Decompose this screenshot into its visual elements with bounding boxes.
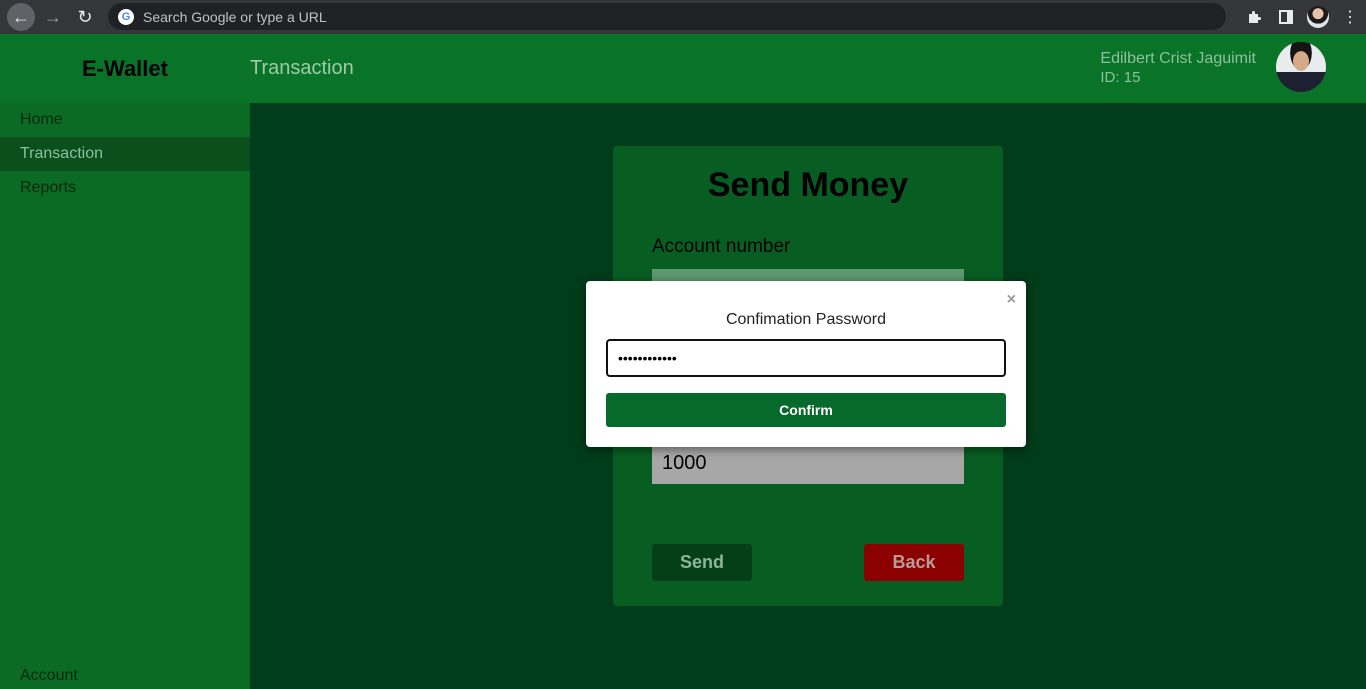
user-info: Edilbert Crist Jaguimit ID: 15	[1100, 50, 1256, 86]
sidebar-item-reports[interactable]: Reports	[0, 171, 250, 205]
back-button[interactable]: Back	[864, 544, 964, 581]
user-id: ID: 15	[1100, 69, 1141, 86]
back-arrow-icon[interactable]: ←	[7, 3, 35, 31]
app-header: E-Wallet Transaction Edilbert Crist Jagu…	[0, 34, 1366, 103]
extensions-puzzle-icon[interactable]	[1238, 1, 1270, 33]
confirmation-modal: × Confimation Password Confirm	[586, 281, 1026, 447]
reload-icon[interactable]: ↻	[71, 3, 99, 31]
page-title: Transaction	[250, 57, 354, 79]
card-title: Send Money	[707, 166, 909, 204]
account-number-label: Account number	[652, 236, 791, 257]
sidebar-item-account[interactable]: Account	[20, 667, 78, 685]
sidebar-item-transaction[interactable]: Transaction	[0, 137, 250, 171]
more-vert-icon[interactable]: ⋮	[1334, 1, 1366, 33]
send-button[interactable]: Send	[652, 544, 752, 581]
password-input[interactable]	[606, 339, 1006, 377]
forward-arrow-icon[interactable]: →	[39, 3, 67, 31]
address-bar[interactable]: G Search Google or type a URL	[108, 3, 1226, 30]
modal-title: Confimation Password	[725, 311, 887, 328]
profile-avatar[interactable]	[1302, 1, 1334, 33]
avatar[interactable]	[1276, 42, 1326, 92]
amount-input[interactable]: 1000	[652, 443, 964, 484]
confirm-button[interactable]: Confirm	[606, 393, 1006, 427]
close-icon[interactable]: ×	[1007, 292, 1016, 308]
browser-toolbar: ← → ↻ G Search Google or type a URL ⋮	[0, 0, 1366, 34]
sidebar: Home Transaction Reports Account	[0, 103, 250, 689]
user-name: Edilbert Crist Jaguimit	[1100, 50, 1256, 67]
sidebar-item-home[interactable]: Home	[0, 103, 250, 137]
address-bar-placeholder: Search Google or type a URL	[143, 8, 327, 25]
side-panel-icon[interactable]	[1270, 1, 1302, 33]
google-icon: G	[118, 8, 134, 25]
brand-logo: E-Wallet	[82, 55, 168, 81]
